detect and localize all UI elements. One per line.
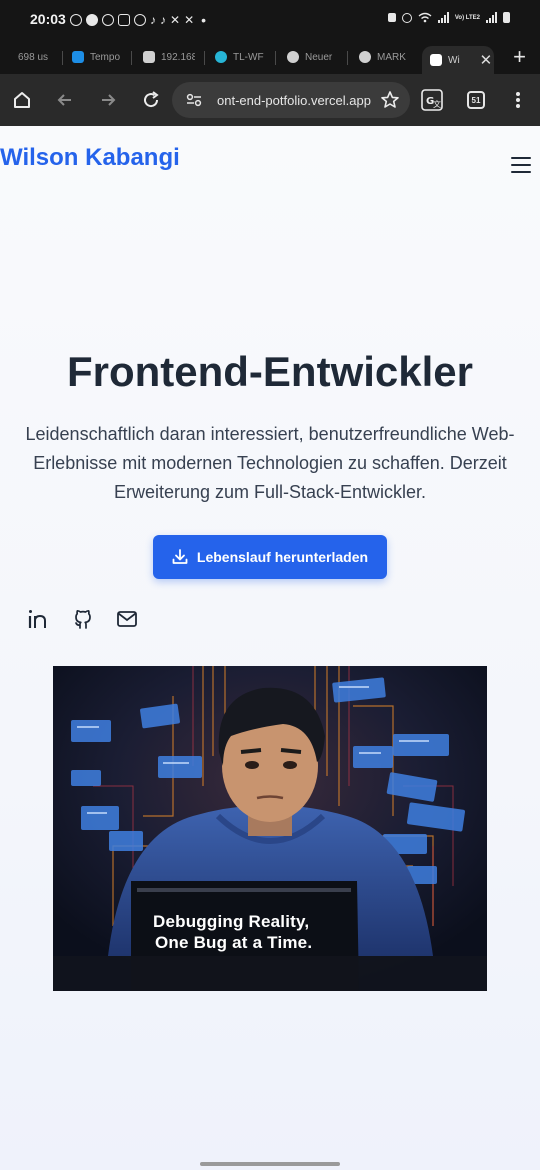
arrow-right-icon bbox=[102, 94, 116, 106]
hero-illustration: Debugging Reality, One Bug at a Time. bbox=[53, 666, 487, 991]
download-cv-label: Lebenslauf herunterladen bbox=[196, 549, 369, 565]
close-tab-icon[interactable]: ✕ bbox=[480, 51, 493, 69]
home-button[interactable] bbox=[8, 86, 36, 114]
email-link[interactable] bbox=[116, 608, 138, 630]
alarm-icon bbox=[401, 12, 412, 23]
browser-toolbar: ont-end-potfolio.vercel.app G文 51 bbox=[0, 74, 540, 126]
browser-tab[interactable]: MARK bbox=[359, 46, 409, 68]
chat-icon bbox=[86, 14, 98, 26]
image-caption: Debugging Reality, One Bug at a Time. bbox=[53, 666, 487, 991]
x-icon: ✕ bbox=[170, 13, 181, 27]
status-bar: 20:03 ♪ ♪ ✕ ✕ • Vo) LTE2 bbox=[0, 0, 540, 38]
tab-label: TL-WF bbox=[233, 51, 264, 63]
more-notifications-dot: • bbox=[201, 12, 207, 28]
x-icon: ✕ bbox=[184, 13, 195, 27]
bookmark-button[interactable] bbox=[376, 86, 404, 114]
tab-label: 698 us bbox=[18, 51, 49, 63]
browser-tab[interactable]: TL-WF bbox=[215, 46, 265, 68]
reload-icon bbox=[144, 91, 159, 108]
tab-favicon-icon bbox=[287, 51, 299, 63]
translate-icon: G文 bbox=[421, 89, 443, 111]
tab-label: Neuer bbox=[305, 51, 333, 63]
download-icon bbox=[172, 549, 188, 564]
whatsapp-icon bbox=[102, 14, 114, 26]
browser-tab-active[interactable]: Wi ✕ bbox=[422, 46, 494, 74]
hero-description: Leidenschaftlich daran interessiert, ben… bbox=[25, 424, 515, 502]
tab-favicon-icon bbox=[359, 51, 371, 63]
home-icon bbox=[14, 92, 30, 108]
tab-label: Tempo bbox=[90, 51, 121, 63]
tiktok-icon: ♪ bbox=[150, 13, 156, 27]
new-tab-button[interactable]: + bbox=[513, 46, 526, 68]
tab-label: MARK bbox=[377, 51, 406, 63]
svg-text:文: 文 bbox=[433, 99, 441, 109]
star-icon bbox=[381, 91, 399, 108]
wifi-icon bbox=[418, 12, 432, 23]
browser-tab[interactable]: 192.168 bbox=[143, 46, 195, 68]
back-button[interactable] bbox=[51, 86, 79, 114]
tiktok-icon: ♪ bbox=[160, 13, 166, 27]
tab-divider bbox=[62, 51, 63, 65]
tab-favicon-icon bbox=[143, 51, 155, 63]
tab-divider bbox=[347, 51, 348, 65]
browser-tab[interactable]: Neuer bbox=[287, 46, 337, 68]
linkedin-icon bbox=[28, 610, 46, 628]
brand-logo-link[interactable]: Wilson Kabangi bbox=[0, 144, 180, 172]
github-link[interactable] bbox=[72, 608, 94, 630]
tab-favicon-icon bbox=[430, 54, 442, 66]
web-page: Wilson Kabangi Frontend-Entwickler Leide… bbox=[0, 126, 540, 1170]
tab-divider bbox=[131, 51, 132, 65]
site-settings-icon[interactable] bbox=[186, 93, 202, 107]
notification-icons: ♪ ♪ ✕ ✕ • bbox=[70, 12, 206, 28]
status-time: 20:03 bbox=[30, 11, 66, 27]
reload-button[interactable] bbox=[137, 86, 165, 114]
caption-line: One Bug at a Time. bbox=[155, 933, 313, 952]
translate-button[interactable]: G文 bbox=[418, 86, 446, 114]
tab-label: Wi bbox=[448, 54, 460, 66]
address-bar[interactable]: ont-end-potfolio.vercel.app bbox=[172, 82, 410, 118]
tab-favicon-icon bbox=[72, 51, 84, 63]
mail-icon bbox=[117, 611, 137, 627]
browser-tab[interactable]: Tempo bbox=[72, 46, 122, 68]
tab-count: 51 bbox=[467, 91, 485, 109]
gesture-home-bar[interactable] bbox=[200, 1162, 340, 1166]
whatsapp-icon bbox=[70, 14, 82, 26]
tab-strip: 698 us Tempo 192.168 TL-WF Neuer MARK Wi… bbox=[0, 38, 540, 74]
signal-icon bbox=[486, 12, 497, 23]
tab-divider bbox=[204, 51, 205, 65]
network-label: Vo) LTE2 bbox=[454, 14, 480, 21]
tab-label: 192.168 bbox=[161, 51, 195, 63]
signal-icon bbox=[437, 12, 449, 23]
download-cv-button[interactable]: Lebenslauf herunterladen bbox=[153, 535, 387, 579]
tab-favicon-icon bbox=[215, 51, 227, 63]
forward-button[interactable] bbox=[94, 86, 122, 114]
hamburger-menu-icon[interactable] bbox=[511, 157, 531, 173]
system-icons: Vo) LTE2 bbox=[387, 12, 510, 23]
arrow-left-icon bbox=[57, 94, 71, 106]
more-menu-button[interactable] bbox=[504, 86, 532, 114]
social-links bbox=[28, 608, 138, 630]
linkedin-link[interactable] bbox=[28, 608, 50, 630]
caption-line: Debugging Reality, bbox=[153, 912, 310, 931]
url-text: ont-end-potfolio.vercel.app bbox=[217, 93, 371, 108]
github-icon bbox=[75, 609, 91, 629]
more-vertical-icon bbox=[516, 92, 520, 108]
battery-icon bbox=[503, 12, 510, 23]
tab-switcher-button[interactable]: 51 bbox=[462, 86, 490, 114]
whatsapp-icon bbox=[134, 14, 146, 26]
browser-tab[interactable]: 698 us bbox=[18, 46, 58, 68]
lock-icon bbox=[387, 13, 396, 22]
tab-divider bbox=[275, 51, 276, 65]
instagram-icon bbox=[118, 14, 130, 26]
hero-title: Frontend-Entwickler bbox=[66, 348, 474, 395]
